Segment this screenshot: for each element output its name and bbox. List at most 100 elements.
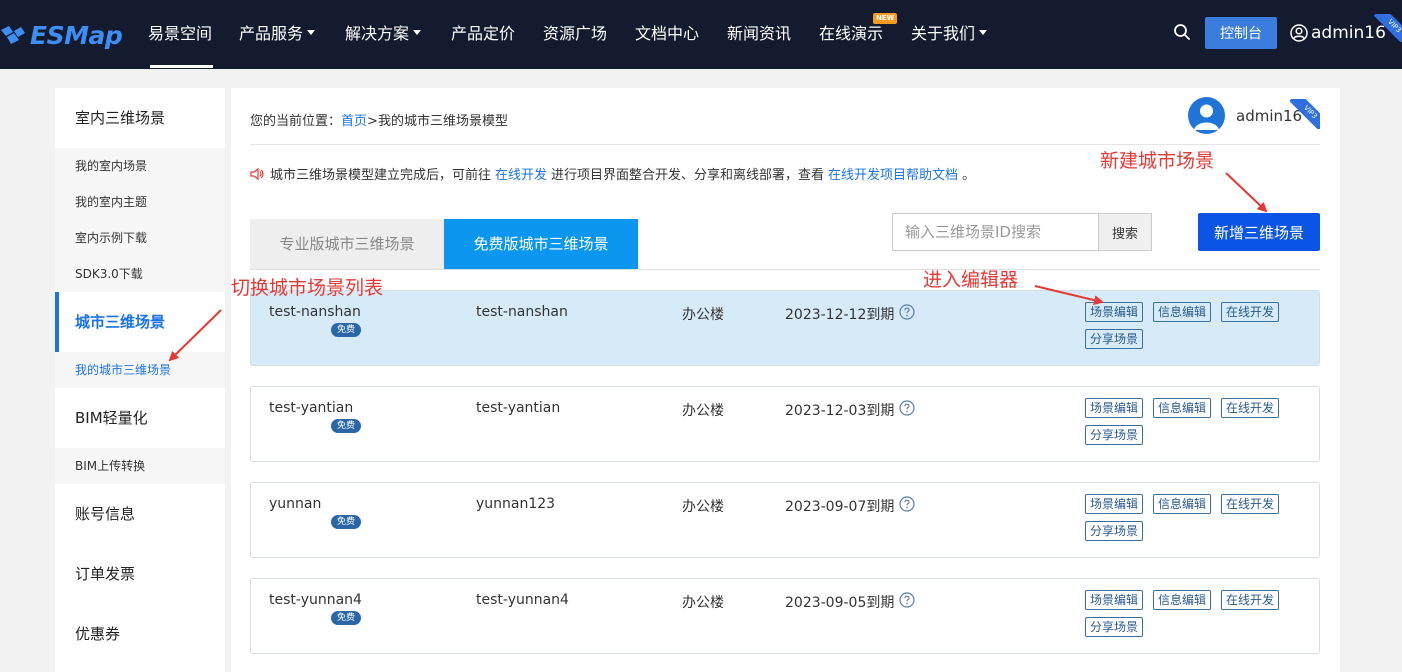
vip-label: VIP3 bbox=[1374, 14, 1402, 42]
sidebar-item-indoor-3d[interactable]: 室内三维场景 bbox=[55, 88, 225, 148]
sidebar-item-bim-light[interactable]: BIM轻量化 bbox=[55, 388, 225, 448]
annotation-new-scene: 新建城市场景 bbox=[1100, 150, 1215, 172]
table-row: test-yunnan4 免费 test-yunnan4 办公楼 2023-09-05到… bbox=[250, 578, 1320, 654]
scene-expire: 2023-09-05到期 bbox=[785, 595, 895, 611]
online-dev-link[interactable]: 在线开发 bbox=[495, 164, 547, 183]
online-dev-button[interactable]: 在线开发 bbox=[1221, 590, 1280, 610]
breadcrumb-current: 我的城市三维场景模型 bbox=[377, 114, 508, 129]
nav-item-label: 易景空间 bbox=[148, 24, 213, 43]
breadcrumb-home-link[interactable]: 首页 bbox=[341, 114, 367, 129]
scene-edit-button[interactable]: 场景编辑 bbox=[1085, 590, 1144, 610]
nav-item-products[interactable]: 产品服务 bbox=[239, 22, 316, 46]
scene-name: test-yantian bbox=[269, 400, 354, 416]
nav-item-label: 文档中心 bbox=[635, 24, 700, 43]
logo-icon bbox=[1, 26, 25, 44]
sidebar-item-bim-upload[interactable]: BIM上传转换 bbox=[55, 448, 225, 484]
share-scene-button[interactable]: 分享场景 bbox=[1085, 329, 1144, 349]
caret-down-icon bbox=[979, 30, 988, 35]
info-edit-button[interactable]: 信息编辑 bbox=[1153, 398, 1212, 418]
vip-label: VIP3 bbox=[1290, 99, 1320, 129]
annotation-enter-editor: 进入编辑器 bbox=[923, 269, 1019, 291]
avatar[interactable] bbox=[1188, 97, 1225, 134]
sidebar-item-my-indoor-scenes[interactable]: 我的室内场景 bbox=[55, 148, 225, 184]
share-scene-button[interactable]: 分享场景 bbox=[1085, 425, 1144, 445]
scene-type: 办公楼 bbox=[682, 307, 724, 323]
sidebar-item-orders[interactable]: 订单发票 bbox=[55, 544, 225, 604]
info-edit-button[interactable]: 信息编辑 bbox=[1153, 302, 1212, 322]
sidebar-item-city-3d[interactable]: 城市三维场景 bbox=[55, 292, 225, 352]
nav-item-resources[interactable]: 资源广场 bbox=[543, 22, 607, 46]
scene-edit-button[interactable]: 场景编辑 bbox=[1085, 302, 1144, 322]
nav-item-docs[interactable]: 文档中心 bbox=[635, 22, 699, 46]
annotation-switch-list: 切换城市场景列表 bbox=[231, 277, 384, 299]
vip-ribbon: VIP3 bbox=[1290, 99, 1320, 129]
tab-free-city-scenes[interactable]: 免费版城市三维场景 bbox=[444, 219, 638, 269]
free-badge: 免费 bbox=[331, 515, 361, 529]
nav-item-pricing[interactable]: 产品定价 bbox=[451, 22, 515, 46]
tab-pro-city-scenes[interactable]: 专业版城市三维场景 bbox=[250, 219, 444, 269]
console-button[interactable]: 控制台 bbox=[1205, 17, 1277, 49]
nav-item-news[interactable]: 新闻资讯 bbox=[727, 22, 791, 46]
header-divider bbox=[250, 144, 1320, 145]
online-dev-button[interactable]: 在线开发 bbox=[1221, 494, 1280, 514]
tabs-divider bbox=[250, 269, 1320, 270]
help-circle-icon[interactable] bbox=[899, 496, 915, 512]
scene-edit-button[interactable]: 场景编辑 bbox=[1085, 398, 1144, 418]
add-scene-button[interactable]: 新增三维场景 bbox=[1198, 213, 1320, 251]
nav-item-solutions[interactable]: 解决方案 bbox=[345, 22, 422, 46]
search-icon[interactable] bbox=[1173, 23, 1191, 41]
sidebar-item-indoor-samples[interactable]: 室内示例下载 bbox=[55, 220, 225, 256]
scene-expire: 2023-12-12到期 bbox=[785, 307, 895, 323]
notice-text: 进行项目界面整合开发、分享和离线部署，查看 bbox=[551, 168, 825, 183]
help-circle-icon[interactable] bbox=[899, 592, 915, 608]
share-scene-button[interactable]: 分享场景 bbox=[1085, 617, 1144, 637]
scene-id-search-input[interactable] bbox=[892, 213, 1098, 251]
sidebar-item-account[interactable]: 账号信息 bbox=[55, 484, 225, 544]
table-row: yunnan 免费 yunnan123 办公楼 2023-09-07到期 场景编辑 信息编辑… bbox=[250, 482, 1320, 558]
sidebar: 室内三维场景 我的室内场景 我的室内主题 室内示例下载 SDK3.0下载 城市三… bbox=[55, 88, 225, 672]
info-edit-button[interactable]: 信息编辑 bbox=[1153, 494, 1212, 514]
notice-bar: 城市三维场景模型建立完成后，可前往 在线开发 进行项目界面整合开发、分享和离线部… bbox=[250, 164, 975, 183]
help-circle-icon[interactable] bbox=[899, 400, 915, 416]
sidebar-item-my-city-scenes[interactable]: 我的城市三维场景 bbox=[55, 352, 225, 388]
nav-item-label: 产品定价 bbox=[451, 24, 516, 43]
sidebar-item-coupons[interactable]: 优惠券 bbox=[55, 604, 225, 664]
main-panel: 您的当前位置：首页>我的城市三维场景模型 admin16 VIP3 城市三维场景… bbox=[231, 88, 1340, 672]
brand-logo[interactable]: ESMap bbox=[0, 18, 123, 52]
speaker-icon bbox=[250, 167, 264, 180]
scene-name: test-nanshan bbox=[269, 304, 361, 320]
scene-type: 办公楼 bbox=[682, 499, 724, 515]
nav-item-label: 关于我们 bbox=[911, 24, 976, 43]
help-circle-icon[interactable] bbox=[899, 304, 915, 320]
scene-name: yunnan bbox=[269, 496, 322, 512]
sidebar-item-sdk-download[interactable]: SDK3.0下载 bbox=[55, 256, 225, 292]
nav-item-label: 新闻资讯 bbox=[727, 24, 792, 43]
online-dev-button[interactable]: 在线开发 bbox=[1221, 302, 1280, 322]
top-navbar: ESMap 易景空间 产品服务 解决方案 产品定价 资源广场 文档中心 新闻资讯… bbox=[0, 0, 1402, 69]
breadcrumb: 您的当前位置：首页>我的城市三维场景模型 bbox=[250, 110, 508, 129]
online-dev-button[interactable]: 在线开发 bbox=[1221, 398, 1280, 418]
search-button[interactable]: 搜索 bbox=[1098, 213, 1152, 251]
scene-expire: 2023-09-07到期 bbox=[785, 499, 895, 515]
nav-item-demo[interactable]: 在线演示 bbox=[819, 22, 883, 46]
scene-id: test-yunnan4 bbox=[476, 592, 569, 608]
table-row: test-nanshan 免费 test-nanshan 办公楼 2023-12-12到… bbox=[250, 290, 1320, 366]
share-scene-button[interactable]: 分享场景 bbox=[1085, 521, 1144, 541]
nav-item-home[interactable]: 易景空间 bbox=[148, 22, 212, 46]
nav-item-label: 解决方案 bbox=[345, 24, 410, 43]
table-row: test-yantian 免费 test-yantian 办公楼 2023-12-03到… bbox=[250, 386, 1320, 462]
notice-text: 。 bbox=[962, 168, 976, 183]
caret-down-icon bbox=[307, 30, 316, 35]
info-edit-button[interactable]: 信息编辑 bbox=[1153, 590, 1212, 610]
nav-active-underline bbox=[150, 65, 213, 68]
scene-id: test-yantian bbox=[476, 400, 561, 416]
sidebar-item-my-indoor-themes[interactable]: 我的室内主题 bbox=[55, 184, 225, 220]
scene-edit-button[interactable]: 场景编辑 bbox=[1085, 494, 1144, 514]
nav-item-label: 资源广场 bbox=[543, 24, 608, 43]
nav-item-label: 产品服务 bbox=[239, 24, 304, 43]
help-doc-link[interactable]: 在线开发项目帮助文档 bbox=[828, 164, 958, 183]
breadcrumb-prefix: 您的当前位置： bbox=[250, 114, 342, 129]
user-menu[interactable]: admin16 bbox=[1290, 21, 1386, 45]
scene-id: yunnan123 bbox=[476, 496, 556, 512]
nav-item-about[interactable]: 关于我们 bbox=[911, 22, 988, 46]
